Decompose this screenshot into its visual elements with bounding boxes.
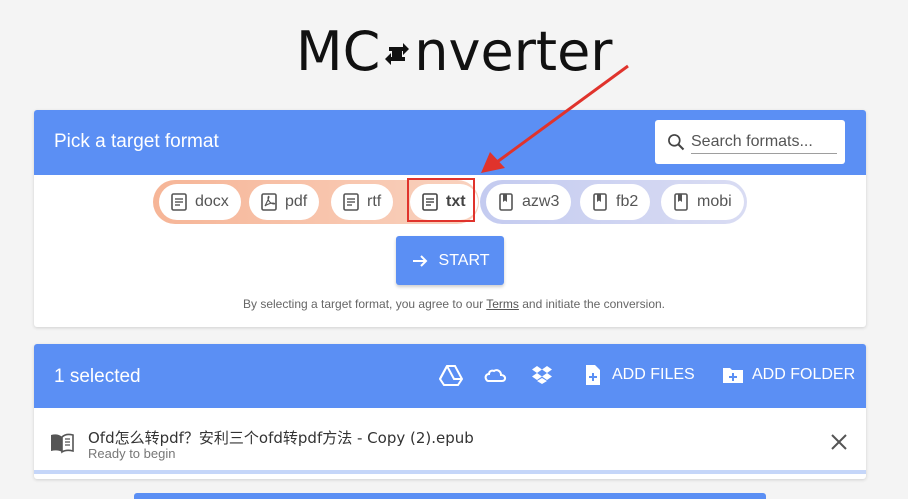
picker-title: Pick a target format <box>54 131 219 152</box>
add-folder-button[interactable]: ADD FOLDER <box>722 364 855 386</box>
search-input[interactable] <box>691 130 837 154</box>
book-icon <box>674 193 688 211</box>
file-name: Ofd怎么转pdf？安利三个ofd转pdf方法 - Copy (2).epub <box>88 429 474 447</box>
format-chip-rtf[interactable]: rtf <box>331 184 394 220</box>
convert-icon <box>385 43 410 65</box>
add-folder-label: ADD FOLDER <box>752 366 856 383</box>
onedrive-icon[interactable] <box>483 363 507 387</box>
files-card: 1 selected ADD FILES ADD FOLDER Ofd怎么转pd… <box>34 344 866 479</box>
format-label: azw3 <box>522 193 560 210</box>
terms-link[interactable]: Terms <box>486 297 519 311</box>
terms-notice: By selecting a target format, you agree … <box>0 297 908 311</box>
search-box <box>655 120 845 164</box>
next-card-edge <box>134 493 766 499</box>
format-label: docx <box>195 193 229 210</box>
format-chip-docx[interactable]: docx <box>159 184 241 220</box>
book-icon <box>593 193 607 211</box>
arrow-right-icon <box>412 254 427 267</box>
start-button[interactable]: START <box>396 236 504 285</box>
google-drive-icon[interactable] <box>439 363 463 387</box>
add-files-button[interactable]: ADD FILES <box>582 364 695 386</box>
search-icon <box>668 134 685 151</box>
app-logo: MC nverter <box>296 22 613 82</box>
selection-highlight-box <box>407 178 475 222</box>
close-icon[interactable] <box>830 433 848 451</box>
format-label: rtf <box>367 193 382 210</box>
document-icon <box>171 193 187 211</box>
book-icon <box>499 193 513 211</box>
format-label: mobi <box>697 193 732 210</box>
file-row: Ofd怎么转pdf？安利三个ofd转pdf方法 - Copy (2).epub … <box>34 408 866 474</box>
format-chip-azw3[interactable]: azw3 <box>486 184 572 220</box>
format-chip-mobi[interactable]: mobi <box>661 184 744 220</box>
file-status: Ready to begin <box>88 446 176 461</box>
format-chip-pdf[interactable]: pdf <box>249 184 320 220</box>
format-label: fb2 <box>616 193 639 210</box>
logo-suffix: nverter <box>414 20 613 83</box>
legal-prefix: By selecting a target format, you agree … <box>242 297 487 311</box>
logo-prefix: MC <box>296 20 381 83</box>
add-files-label: ADD FILES <box>612 366 695 383</box>
pdf-icon <box>261 193 277 211</box>
format-label: pdf <box>285 193 308 210</box>
format-chip-fb2[interactable]: fb2 <box>580 184 651 220</box>
add-folder-icon <box>723 368 743 383</box>
legal-suffix: and initiate the conversion. <box>518 297 665 311</box>
add-file-icon <box>586 365 600 385</box>
files-header: 1 selected ADD FILES ADD FOLDER <box>34 344 866 408</box>
dropbox-icon[interactable] <box>530 363 554 387</box>
document-icon <box>343 193 359 211</box>
format-picker-header: Pick a target format <box>34 110 866 175</box>
open-book-icon <box>51 433 74 454</box>
start-label: START <box>438 251 490 269</box>
selected-count: 1 selected <box>54 366 141 387</box>
